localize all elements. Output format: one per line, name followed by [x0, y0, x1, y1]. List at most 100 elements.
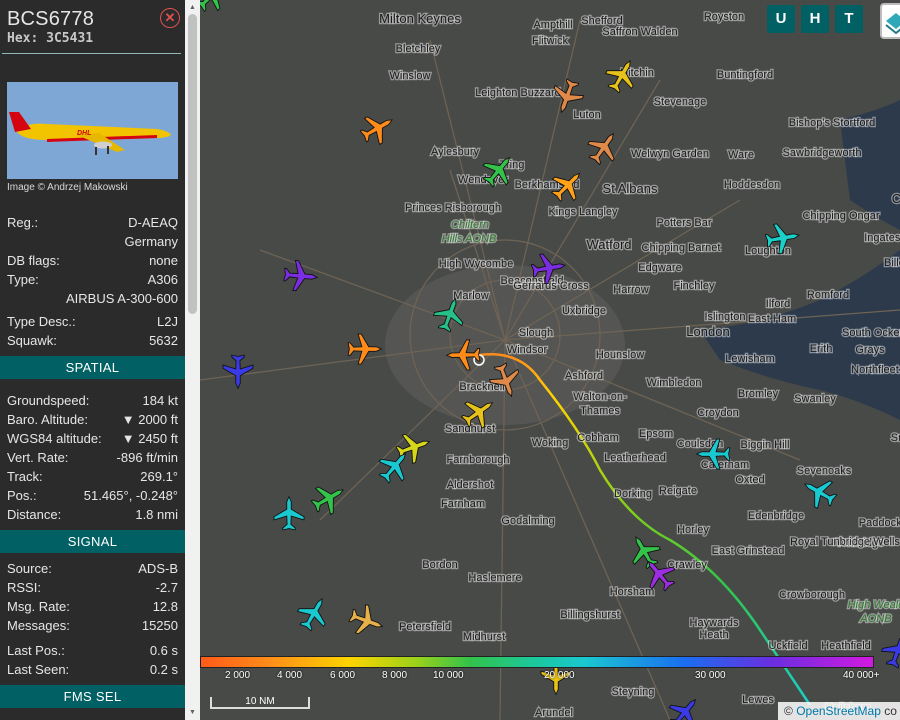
toggle-t-button[interactable]: T [835, 5, 863, 33]
place-label: Edenbridge [748, 510, 804, 522]
distance-label: Distance: [7, 507, 62, 522]
place-label: Luton [573, 109, 601, 121]
place-label: Cobham [577, 432, 619, 444]
place-label: Erith [810, 343, 833, 355]
vrate-row: Vert. Rate: -896 ft/min [7, 448, 178, 467]
hex-label: Hex: [7, 31, 39, 46]
lastpos-row: Last Pos.: 0.6 s [7, 641, 178, 660]
close-icon[interactable]: ✕ [160, 8, 180, 28]
type-row: Type: A306 [7, 270, 178, 289]
place-label: Sevenoaks [797, 465, 852, 477]
scrollbar-thumb[interactable] [188, 14, 197, 314]
distance-row: Distance: 1.8 nmi [7, 505, 178, 524]
spatial-header: SPATIAL [0, 356, 185, 379]
place-label: Bletchley [396, 43, 441, 55]
messages-row: Messages: 15250 [7, 616, 178, 635]
type-label: Type: [7, 272, 39, 287]
sidebar-scrollbar[interactable]: ▲ ▼ [185, 0, 200, 720]
typedesc-value: L2J [157, 314, 178, 329]
aircraft-info-panel: BCS6778 Hex: 3C5431 ✕ DHL Image © Andrze… [0, 0, 185, 720]
place-label: East Grinstead [712, 545, 785, 557]
wgs-value: ▼ 2450 ft [122, 429, 178, 448]
place-label: Buntingford [717, 69, 773, 81]
hex-value: 3C5431 [46, 31, 94, 46]
msgrate-row: Msg. Rate: 12.8 [7, 597, 178, 616]
place-label: Epsom [639, 428, 673, 440]
lastseen-value: 0.2 s [149, 662, 178, 677]
track-label: Track: [7, 469, 43, 484]
place-label: High Weald [848, 599, 900, 611]
place-label: Walton-on- [573, 391, 627, 403]
toggle-u-button[interactable]: U [767, 5, 795, 33]
openstreetmap-link[interactable]: OpenStreetMap [796, 704, 881, 718]
place-label: High Wycombe [439, 258, 513, 270]
place-label: AONB [859, 613, 891, 625]
track-value: 269.1° [140, 469, 178, 484]
legend-label: 10 000 [433, 670, 464, 681]
dbflags-label: DB flags: [7, 253, 60, 268]
reg-label: Reg.: [7, 215, 39, 230]
country-value: Germany [124, 234, 178, 249]
signal-header: SIGNAL [0, 530, 185, 553]
place-label: Farnham [441, 498, 485, 510]
place-label: Ashford [565, 370, 603, 382]
vrate-label: Vert. Rate: [7, 450, 69, 465]
pos-label: Pos.: [7, 488, 37, 503]
type-full-row: AIRBUS A-300-600 [7, 289, 178, 308]
place-label: Heath [699, 629, 728, 641]
type-full-value: AIRBUS A-300-600 [65, 291, 178, 306]
typedesc-label: Type Desc.: [7, 314, 76, 329]
messages-label: Messages: [7, 618, 70, 633]
layers-button[interactable] [880, 3, 900, 39]
place-label: Snodland [891, 432, 900, 444]
rssi-value: -2.7 [155, 580, 178, 595]
place-label: Dorking [614, 488, 652, 500]
msgrate-label: Msg. Rate: [7, 599, 70, 614]
place-label: Leighton Buzzard [475, 87, 561, 99]
lastpos-label: Last Pos.: [7, 643, 65, 658]
map-view[interactable]: Milton Keynes Shefford Royston Ampthill Saff… [200, 0, 900, 720]
place-label: Chipping Ongar [802, 210, 879, 222]
layers-icon [885, 13, 900, 35]
place-label: London [686, 324, 729, 339]
legend-label: 40 000+ [843, 670, 880, 681]
legend-label: 4 000 [277, 670, 303, 681]
squawk-row: Squawk: 5632 [7, 331, 178, 350]
place-label: Hounslow [596, 349, 644, 361]
pos-value[interactable]: 51.465°, -0.248° [84, 486, 178, 505]
scroll-up-icon[interactable]: ▲ [189, 4, 196, 11]
map-canvas[interactable]: Milton Keynes Shefford RoystonAmpthillSaff… [200, 0, 900, 720]
place-label: Uckfield [768, 640, 807, 652]
squawk-label: Squawk: [7, 333, 57, 348]
place-label: Caterham [701, 459, 749, 471]
vrate-value: -896 ft/min [117, 448, 178, 467]
msgrate-value: 12.8 [152, 599, 178, 614]
scroll-down-icon[interactable]: ▼ [189, 709, 196, 716]
place-label: Royston [704, 11, 744, 23]
place-label: Winslow [390, 70, 431, 82]
baro-row: Baro. Altitude: ▼ 2000 ft [7, 410, 178, 429]
place-label: Harrow [613, 284, 649, 296]
reg-value: D-AEAQ [128, 215, 178, 230]
baro-number: ▼ 2000 [121, 412, 168, 427]
toggle-h-button[interactable]: H [801, 5, 829, 33]
place-label: Islington [705, 311, 746, 323]
place-label: Grays [855, 344, 885, 356]
place-label: Petersfield [399, 621, 451, 633]
place-label: Ampthill [533, 19, 572, 31]
place-label: Billericay [884, 257, 900, 269]
place-label: Chelmsford [892, 191, 900, 206]
messages-value: 15250 [141, 618, 178, 633]
aircraft-photo[interactable]: DHL [7, 82, 178, 179]
place-label: Ingatestone [864, 232, 900, 244]
baro-value: ▼ 2000 ft [122, 410, 178, 429]
lastseen-row: Last Seen: 0.2 s [7, 660, 178, 679]
lastpos-value: 0.6 s [149, 643, 178, 658]
place-label: Bordon [422, 559, 457, 571]
photo-credit: Image © Andrzej Makowski [7, 182, 128, 193]
distance-number: 1.8 [135, 507, 154, 522]
type-value: A306 [147, 272, 178, 287]
place-label: Slough [519, 327, 553, 339]
legend-label: 2 000 [225, 670, 251, 681]
wgs-unit: ft [170, 431, 178, 446]
